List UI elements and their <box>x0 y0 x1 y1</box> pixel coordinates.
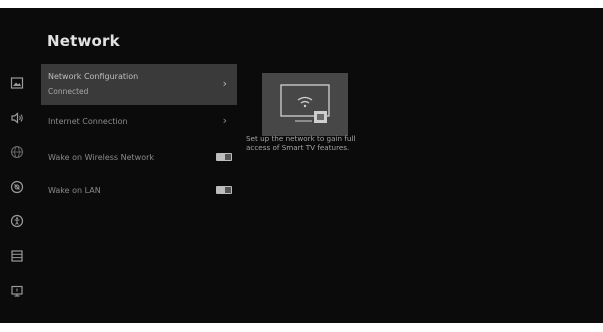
support-icon[interactable] <box>10 284 24 298</box>
tv-screen: Network Network Configuration Connected … <box>0 8 603 323</box>
chevron-right-icon: › <box>222 77 227 90</box>
chevron-right-icon: › <box>222 114 227 127</box>
menu-item-label: Wake on Wireless Network <box>48 153 155 162</box>
menu-item-wake-on-wireless-network[interactable]: Wake on Wireless Network <box>41 141 237 175</box>
menu-item-internet-connection[interactable]: Internet Connection › <box>41 106 237 140</box>
picture-icon[interactable] <box>10 76 24 90</box>
network-icon[interactable] <box>10 145 24 159</box>
menu-item-label: Internet Connection <box>48 117 128 126</box>
accessibility-icon[interactable] <box>10 214 24 228</box>
wake-on-wireless-toggle[interactable] <box>216 153 232 161</box>
apps-icon[interactable] <box>10 249 24 263</box>
settings-category-rail <box>0 8 28 323</box>
general-icon[interactable] <box>10 180 24 194</box>
menu-item-label: Network Configuration <box>48 72 139 81</box>
sound-icon[interactable] <box>10 111 24 125</box>
wake-on-lan-toggle[interactable] <box>216 186 232 194</box>
menu-item-status: Connected <box>48 87 89 96</box>
info-description: Set up the network to gain full access o… <box>246 134 356 152</box>
toggle-knob <box>225 154 231 160</box>
page-title: Network <box>47 32 120 50</box>
toggle-knob <box>225 187 231 193</box>
menu-item-wake-on-lan[interactable]: Wake on LAN <box>41 176 237 210</box>
menu-item-network-configuration[interactable]: Network Configuration Connected › <box>41 64 237 105</box>
wifi-tv-icon <box>280 84 330 123</box>
menu-item-label: Wake on LAN <box>48 186 101 195</box>
network-info-card <box>262 73 348 136</box>
